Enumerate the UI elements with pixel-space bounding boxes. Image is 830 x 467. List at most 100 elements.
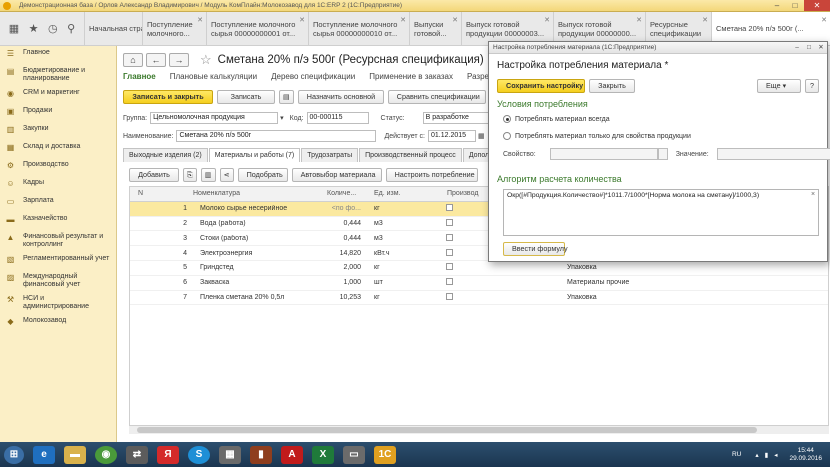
production-checkbox[interactable] (446, 248, 453, 256)
col-unit[interactable]: Ед. изм. (364, 190, 444, 197)
close-tab-icon[interactable]: ✕ (197, 16, 203, 25)
horizontal-scrollbar[interactable] (129, 426, 829, 434)
maximize-button[interactable]: □ (786, 0, 804, 11)
table-row[interactable]: 6 Закваска 1,000 шт Материалы прочие (130, 276, 828, 291)
home-icon[interactable]: ⌂ (123, 53, 143, 67)
calendar-icon[interactable]: ▦ (478, 132, 485, 140)
production-checkbox[interactable] (446, 292, 453, 300)
delete-icon[interactable]: ▥ (200, 168, 216, 182)
close-tab-icon[interactable]: ✕ (636, 16, 642, 25)
set-main-button[interactable]: Назначить основной (297, 90, 384, 104)
search-icon[interactable]: ⚲ (67, 22, 75, 35)
sidebar-item-salary[interactable]: ▭ Зарплата (0, 194, 116, 212)
set-consumption-button[interactable]: Настроить потребление (385, 168, 478, 182)
property-field[interactable] (549, 148, 658, 160)
autopick-button[interactable]: Автовыбор материала (291, 168, 382, 182)
sidebar-item-warehouse[interactable]: ▦ Склад и доставка (0, 140, 116, 158)
col-n[interactable]: N (130, 190, 190, 197)
dropdown-arrow-icon[interactable]: ▾ (280, 114, 284, 122)
close-tab-icon[interactable]: ✕ (821, 16, 827, 25)
close-tab-icon[interactable]: ✕ (544, 16, 550, 25)
excel-icon[interactable]: X (312, 445, 334, 464)
more-button[interactable]: Еще ▾ (757, 79, 801, 93)
start-button-icon[interactable]: ⊞ (4, 445, 24, 464)
property-select-icon[interactable] (657, 148, 668, 160)
cell-unit[interactable]: кг (364, 294, 444, 301)
pick-button[interactable]: Подобрать (237, 168, 288, 182)
tab-labor[interactable]: Трудозатраты (301, 148, 359, 162)
tab-outputs[interactable]: Выпуски готовой... ✕ (409, 12, 461, 45)
radio-always-icon[interactable] (503, 115, 511, 123)
production-checkbox[interactable] (446, 204, 453, 212)
cell-qty[interactable]: 14,820 (324, 250, 364, 257)
cell-unit[interactable]: шт (364, 279, 444, 286)
cell-unit[interactable]: кВт.ч (364, 250, 444, 257)
enter-formula-button[interactable]: Ввести формулу (503, 242, 568, 256)
status-field[interactable]: В разработке (422, 112, 495, 124)
language-indicator[interactable]: RU (732, 451, 741, 458)
copy-icon[interactable]: ⎘ (183, 168, 197, 182)
tab-process[interactable]: Производственный процесс (359, 148, 462, 162)
table-row[interactable]: 7 Пленка сметана 20% 0,5л 10,253 кг Упак… (130, 291, 828, 306)
tab-intake-3[interactable]: Поступление молочного сырья 00000000010 … (308, 12, 409, 45)
sidebar-item-budget[interactable]: ▤ Бюджетирование и планирование (0, 64, 116, 86)
dialog-close-button[interactable]: Закрыть (589, 79, 635, 93)
link-tab-orders[interactable]: Применение в заказах (369, 72, 453, 81)
favorites-star-icon[interactable]: ★ (29, 22, 39, 35)
close-window-button[interactable]: ✕ (804, 0, 830, 11)
dialog-close-icon[interactable]: ✕ (815, 42, 827, 53)
table-row[interactable]: 5 Гриндстед 2,000 кг Упаковка (130, 261, 828, 276)
sidebar-item-main[interactable]: ☰ Главное (0, 46, 116, 64)
clear-formula-icon[interactable]: × (811, 191, 815, 198)
tray-arrow-icon[interactable]: ▴ (755, 451, 758, 459)
help-button[interactable]: ? (805, 79, 819, 93)
production-checkbox[interactable] (446, 263, 453, 271)
radio-property[interactable]: Потреблять материал только для свойства … (503, 132, 691, 140)
forward-arrow-icon[interactable]: → (169, 53, 189, 67)
link-tab-spec-tree[interactable]: Дерево спецификации (271, 72, 355, 81)
favorite-star-icon[interactable]: ☆ (200, 52, 212, 68)
1c-enterprise-icon[interactable]: 1C (374, 445, 396, 464)
sidebar-item-hr[interactable]: ☺ Кадры (0, 176, 116, 194)
dialog-minimize-icon[interactable]: – (791, 42, 803, 53)
cell-item[interactable]: Молоко сырье несерийное (190, 205, 324, 212)
cell-item[interactable]: Вода (работа) (190, 220, 324, 227)
production-checkbox[interactable] (446, 218, 453, 226)
cell-qty[interactable]: 2,000 (324, 264, 364, 271)
cell-item[interactable]: Электроэнергия (190, 250, 324, 257)
media-icon[interactable]: ▮ (250, 445, 272, 464)
sidebar-item-production[interactable]: ⚙ Производство (0, 158, 116, 176)
scrollbar-thumb[interactable] (137, 427, 757, 433)
save-close-button[interactable]: Записать и закрыть (123, 90, 213, 104)
tab-materials[interactable]: Материалы и работы (7) (208, 148, 301, 162)
cell-qty[interactable]: <по фо... (324, 205, 364, 212)
production-checkbox[interactable] (446, 233, 453, 241)
tab-home[interactable]: Начальная страница (84, 12, 142, 45)
pdf-reader-icon[interactable]: A (281, 445, 303, 464)
share-icon[interactable]: ⋖ (219, 168, 234, 182)
cell-unit[interactable]: кг (364, 205, 444, 212)
close-tab-icon[interactable]: ✕ (400, 16, 406, 25)
close-tab-icon[interactable]: ✕ (702, 16, 708, 25)
sidebar-item-treasury[interactable]: ▬ Казначейство (0, 212, 116, 230)
value-field[interactable] (716, 148, 830, 160)
valid-from-field[interactable]: 01.12.2015 (427, 130, 476, 142)
doc-icon-button[interactable]: ▤ (279, 90, 294, 104)
sidebar-item-admin[interactable]: ⚒ НСИ и администрирование (0, 292, 116, 314)
close-tab-icon[interactable]: ✕ (299, 16, 305, 25)
cell-qty[interactable]: 0,444 (324, 235, 364, 242)
cell-unit[interactable]: кг (364, 264, 444, 271)
group-field[interactable]: Цельномолочная продукция (150, 112, 279, 124)
sidebar-item-sales[interactable]: ▣ Продажи (0, 104, 116, 122)
production-checkbox[interactable] (446, 278, 453, 286)
history-icon[interactable]: ◷ (48, 22, 58, 35)
radio-always[interactable]: Потреблять материал всегда (503, 115, 610, 123)
yandex-icon[interactable]: Я (157, 445, 179, 464)
close-tab-icon[interactable]: ✕ (452, 16, 458, 25)
sidebar-item-dairy[interactable]: ◆ Молокозавод (0, 314, 116, 332)
ie-browser-icon[interactable]: e (33, 445, 55, 464)
compare-specs-button[interactable]: Сравнить спецификации (387, 90, 486, 104)
clock[interactable]: 15:44 29.09.2016 (789, 447, 822, 463)
sidebar-item-accounting[interactable]: ▧ Регламентированный учет (0, 252, 116, 270)
name-field[interactable]: Сметана 20% п/э 500г (176, 130, 377, 142)
